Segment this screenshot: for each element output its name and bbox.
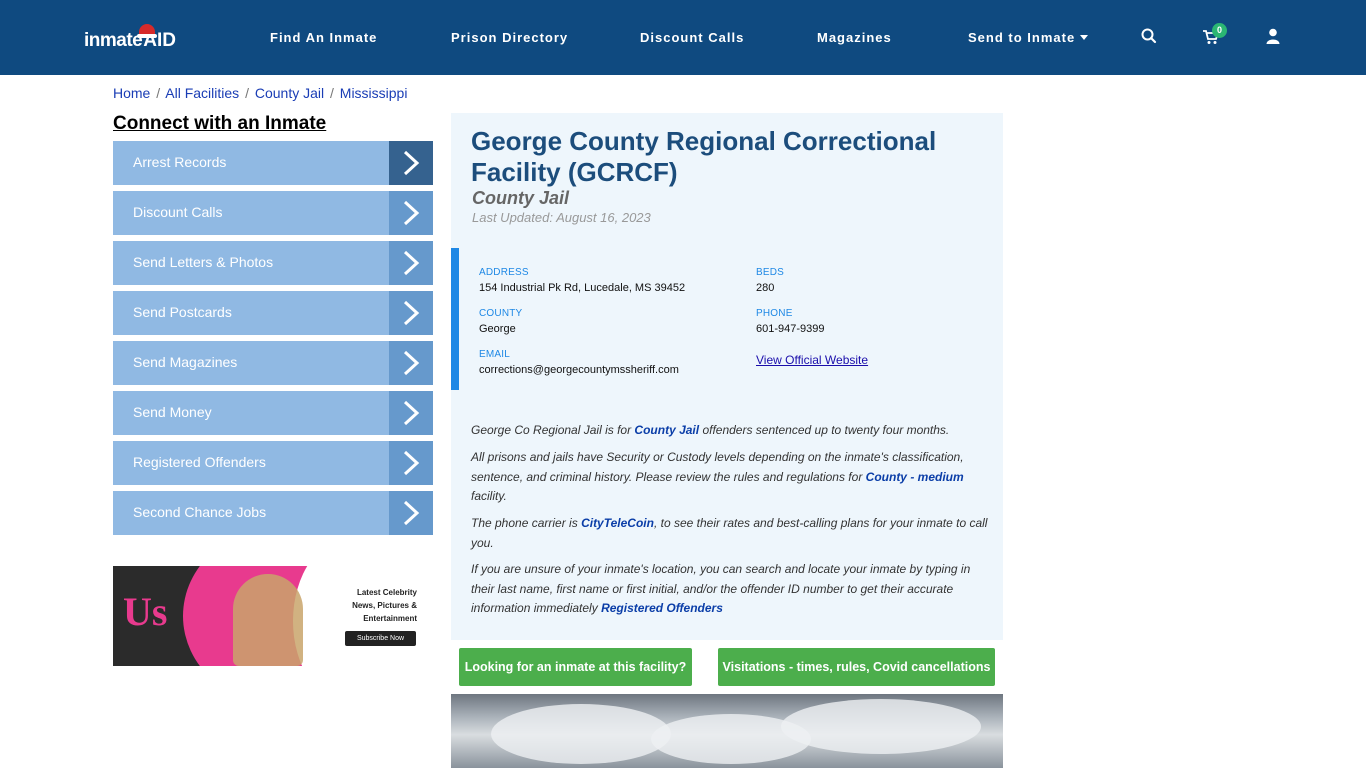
find-inmate-at-facility-button[interactable]: Looking for an inmate at this facility? (459, 648, 692, 686)
registered-offenders-link[interactable]: Registered Offenders (601, 601, 723, 615)
phone-value: 601-947-9399 (756, 323, 825, 335)
caret-down-icon (1080, 35, 1089, 40)
county-label: COUNTY (479, 308, 523, 319)
breadcrumb-mississippi[interactable]: Mississippi (340, 85, 408, 101)
email-label: EMAIL (479, 349, 511, 360)
logo-text: inmate (84, 30, 143, 51)
breadcrumb-county-jail[interactable]: County Jail (255, 85, 324, 101)
county-jail-link[interactable]: County Jail (634, 423, 699, 437)
sidebar-item-label: Send Magazines (133, 354, 238, 370)
security-level-link[interactable]: County - medium (866, 470, 964, 484)
sidebar-item-label: Discount Calls (133, 204, 223, 220)
ad-headline-1: Latest Celebrity (356, 588, 417, 597)
chevron-right-icon (389, 341, 433, 385)
description-paragraph-2: All prisons and jails have Security or C… (471, 448, 991, 507)
chevron-right-icon (389, 191, 433, 235)
sidebar-item-label: Send Money (133, 404, 212, 420)
nav-discount-calls[interactable]: Discount Calls (640, 30, 744, 45)
user-icon[interactable] (1264, 27, 1282, 45)
nav-send-to-inmate[interactable]: Send to Inmate (968, 30, 1089, 45)
nav-send-to-inmate-label: Send to Inmate (968, 30, 1076, 45)
paragraph-text: George Co Regional Jail is for (471, 423, 635, 437)
photo-cloud (491, 704, 671, 764)
sidebar-item-send-magazines[interactable]: Send Magazines (113, 341, 433, 385)
sidebar-title: Connect with an Inmate (113, 113, 327, 134)
santa-hat-icon (137, 24, 158, 38)
chevron-right-icon (389, 441, 433, 485)
description-paragraph-3: The phone carrier is CityTeleCoin, to se… (471, 514, 991, 553)
ad-subscribe-button[interactable]: Subscribe Now (345, 631, 416, 646)
ad-headline-3: Entertainment (363, 614, 417, 623)
cart-count-badge: 0 (1212, 23, 1227, 38)
search-icon[interactable] (1140, 27, 1158, 45)
top-navbar: inmate AID Find An Inmate Prison Directo… (0, 0, 1366, 75)
facility-type: County Jail (472, 188, 570, 208)
email-value: corrections@georgecountymssheriff.com (479, 364, 679, 376)
chevron-right-icon (389, 141, 433, 185)
us-weekly-ad-banner[interactable]: Us Latest Celebrity News, Pictures & Ent… (113, 566, 433, 666)
breadcrumb: Home / All Facilities / County Jail / Mi… (113, 85, 407, 101)
sidebar-item-send-money[interactable]: Send Money (113, 391, 433, 435)
last-updated: Last Updated: August 16, 2023 (472, 210, 651, 225)
logo-accent: AID (137, 24, 176, 52)
description-paragraph-1: George Co Regional Jail is for County Ja… (471, 421, 991, 441)
chevron-right-icon (389, 291, 433, 335)
breadcrumb-all-facilities[interactable]: All Facilities (165, 85, 239, 101)
inmateaid-logo[interactable]: inmate AID (84, 24, 176, 56)
chevron-right-icon (389, 491, 433, 535)
breadcrumb-separator: / (245, 85, 249, 101)
breadcrumb-home[interactable]: Home (113, 85, 150, 101)
sidebar-item-arrest-records[interactable]: Arrest Records (113, 141, 433, 185)
sidebar-item-second-chance-jobs[interactable]: Second Chance Jobs (113, 491, 433, 535)
nav-find-an-inmate[interactable]: Find An Inmate (270, 30, 377, 45)
paragraph-text: facility. (471, 489, 507, 503)
paragraph-text: The phone carrier is (471, 516, 582, 530)
breadcrumb-separator: / (156, 85, 161, 101)
sidebar-item-label: Second Chance Jobs (133, 504, 267, 520)
ad-model-image (233, 574, 303, 666)
address-value: 154 Industrial Pk Rd, Lucedale, MS 39452 (479, 282, 686, 294)
beds-label: BEDS (756, 267, 785, 278)
chevron-right-icon (389, 241, 433, 285)
ad-headline-2: News, Pictures & (352, 601, 417, 610)
sidebar-item-discount-calls[interactable]: Discount Calls (113, 191, 433, 235)
address-label: ADDRESS (479, 267, 529, 278)
paragraph-text: offenders sentenced up to twenty four mo… (699, 423, 950, 437)
sidebar-item-send-letters-photos[interactable]: Send Letters & Photos (113, 241, 433, 285)
phone-label: PHONE (756, 308, 793, 319)
sidebar-item-label: Send Postcards (133, 304, 232, 320)
sidebar-item-send-postcards[interactable]: Send Postcards (113, 291, 433, 335)
visitations-button[interactable]: Visitations - times, rules, Covid cancel… (718, 648, 995, 686)
photo-cloud (781, 699, 981, 754)
chevron-right-icon (389, 391, 433, 435)
county-value: George (479, 323, 516, 335)
nav-prison-directory[interactable]: Prison Directory (451, 30, 568, 45)
phone-carrier-link[interactable]: CityTeleCoin (581, 516, 654, 530)
description-paragraph-4: If you are unsure of your inmate's locat… (471, 560, 991, 619)
view-official-website-link[interactable]: View Official Website (756, 353, 868, 367)
nav-magazines[interactable]: Magazines (817, 30, 892, 45)
sidebar-item-label: Arrest Records (133, 154, 227, 170)
facility-photo (451, 694, 1003, 768)
sidebar-item-label: Registered Offenders (133, 454, 266, 470)
facility-title: George County Regional Correctional Faci… (471, 126, 937, 187)
breadcrumb-separator: / (330, 85, 334, 101)
beds-value: 280 (756, 282, 775, 294)
sidebar-item-registered-offenders[interactable]: Registered Offenders (113, 441, 433, 485)
sidebar-item-label: Send Letters & Photos (133, 254, 274, 270)
ad-brand-logo: Us (123, 589, 168, 634)
